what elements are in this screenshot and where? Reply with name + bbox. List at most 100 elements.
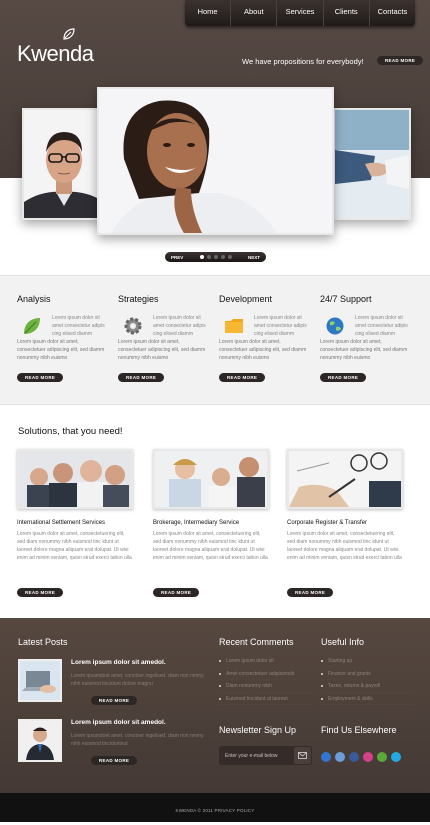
woman-photo [99,89,332,233]
solution-international: International Settlement Services Lorem … [17,449,137,597]
service-side-text: Lorem ipsum dolor sit amet consectetur a… [153,315,206,337]
main-nav: Home About Services Clients Contacts [185,0,415,26]
slider-controls: PREV NEXT [165,252,266,262]
read-more-button[interactable]: READ MORE [91,756,138,765]
footer: Latest Posts Lorem ipsum dolor sit amedo… [0,618,430,793]
read-more-button[interactable]: READ MORE [287,588,334,597]
useful-link[interactable]: Employment & skills [321,693,414,705]
solution-image[interactable] [153,449,269,509]
newsletter-email-input[interactable] [219,752,289,759]
useful-link[interactable]: Starting up [321,655,414,668]
nav-home[interactable]: Home [185,0,232,26]
comment-link[interactable]: Lorem ipsum dolor sit [219,655,312,668]
nav-clients[interactable]: Clients [324,0,370,26]
slider-dot[interactable] [220,255,225,259]
service-strategies: Strategies Lorem ipsum dolor sit amet co… [118,294,208,382]
envelope-icon [298,752,307,759]
services-section: Analysis Lorem ipsum dolor sit amet cons… [0,275,430,405]
handshake-photo [335,110,409,218]
social-icons [321,752,401,762]
read-more-button[interactable]: READ MORE [219,373,266,382]
post-thumbnail[interactable] [18,719,62,762]
service-title: Analysis [17,294,51,304]
service-title: Strategies [118,294,159,304]
read-more-button[interactable]: READ MORE [17,588,64,597]
stumbleupon-icon[interactable] [377,752,387,762]
useful-link[interactable]: Taxes, returns & payroll [321,680,414,693]
slider-next-button[interactable]: NEXT [248,255,260,260]
post-title[interactable]: Lorem ipsum dolor sit amedol. [71,659,166,666]
read-more-button[interactable]: READ MORE [320,373,367,382]
solution-text: Lorem ipsum dolor sit amet, consectetuer… [17,531,132,561]
service-side-text: Lorem ipsum dolor sit amet consectetur a… [254,315,307,337]
post-thumbnail[interactable] [18,659,62,702]
service-development: Development Lorem ipsum dolor sit amet c… [219,294,309,382]
slider-dot[interactable] [227,255,232,259]
copyright-bar: KWENDA © 2011 PRIVACY POLICY [0,793,430,822]
useful-info-list: Starting up Finance and grants Taxes, re… [321,655,414,705]
service-side-text: Lorem ipsum dolor sit amet consectetur a… [355,315,408,337]
slider-dot[interactable] [199,255,204,259]
digg-icon[interactable] [335,752,345,762]
slide-smiling-woman[interactable] [97,87,334,235]
read-more-button[interactable]: READ MORE [153,588,200,597]
read-more-button[interactable]: READ MORE [17,373,64,382]
service-side-text: Lorem ipsum dolor sit amet consectetur a… [52,315,105,337]
globe-icon [326,317,344,335]
post-text: Lorem ipsumdoet amet, conctoer ingelised… [71,673,204,687]
post-title[interactable]: Lorem ipsum dolor sit amedol. [71,719,166,726]
slide-handshake[interactable] [333,108,411,220]
newsletter-heading: Newsletter Sign Up [219,725,297,735]
businessman-photo [20,721,60,760]
solution-title: Corporate Register & Transfer [287,520,368,526]
find-us-heading: Find Us Elsewhere [321,725,397,735]
post-text: Lorem ipsumdoet amet, conctoer ingelised… [71,733,204,747]
glasses-pen-photo [289,451,401,507]
logo[interactable]: Kwenda [17,41,94,67]
flickr-icon[interactable] [363,752,373,762]
solution-corporate: Corporate Register & Transfer Lorem ipsu… [287,449,407,597]
read-more-button[interactable]: READ MORE [118,373,165,382]
nav-about[interactable]: About [231,0,278,26]
meeting-photo [155,451,267,507]
folder-icon [225,319,243,333]
slider-dots [199,255,232,259]
service-body-text: Lorem ipsum dolor sit amet, consectetuer… [219,339,307,361]
solutions-heading: Solutions, that you need! [18,426,123,437]
solution-title: International Settlement Services [17,520,106,526]
recent-comments-list: Lorem ipsum dolor sit Amet consectetuer … [219,655,312,705]
newsletter-form [219,746,312,765]
service-body-text: Lorem ipsum dolor sit amet, consectetuer… [320,339,408,361]
team-photo [19,451,131,507]
slider-dot[interactable] [213,255,218,259]
solution-image[interactable] [287,449,403,509]
slider-prev-button[interactable]: PREV [171,255,183,260]
solution-title: Brokerage, Intermediary Service [153,520,240,526]
latest-posts-heading: Latest Posts [18,637,68,647]
nav-contacts[interactable]: Contacts [370,0,415,26]
service-title: Development [219,294,273,304]
header-read-more-button[interactable]: READ MORE [377,56,424,65]
slider-dot[interactable] [206,255,211,259]
skype-icon[interactable] [391,752,401,762]
copyright-text[interactable]: KWENDA © 2011 PRIVACY POLICY [176,808,255,813]
comment-link[interactable]: Diam nonummy nibh [219,680,312,693]
read-more-button[interactable]: READ MORE [91,696,138,705]
laptop-photo [20,661,60,700]
comment-link[interactable]: Amet consectetuer adipisonold [219,668,312,680]
comment-link[interactable]: Euismod tincidunt ut laoreet [219,693,312,705]
newsletter-submit-button[interactable] [294,747,311,764]
service-analysis: Analysis Lorem ipsum dolor sit amet cons… [17,294,107,382]
solution-image[interactable] [17,449,133,509]
nav-services[interactable]: Services [277,0,324,26]
leaf-logo-icon [63,28,75,40]
service-body-text: Lorem ipsum dolor sit amet, consectetuer… [17,339,105,361]
leaf-icon [24,318,40,334]
slide-man-with-glasses[interactable] [22,108,102,220]
solution-brokerage: Brokerage, Intermediary Service Lorem ip… [153,449,273,597]
delicious-icon[interactable] [321,752,331,762]
gear-icon [124,317,142,335]
recent-comments-heading: Recent Comments [219,637,294,647]
facebook-icon[interactable] [349,752,359,762]
useful-link[interactable]: Finance and grants [321,668,414,680]
